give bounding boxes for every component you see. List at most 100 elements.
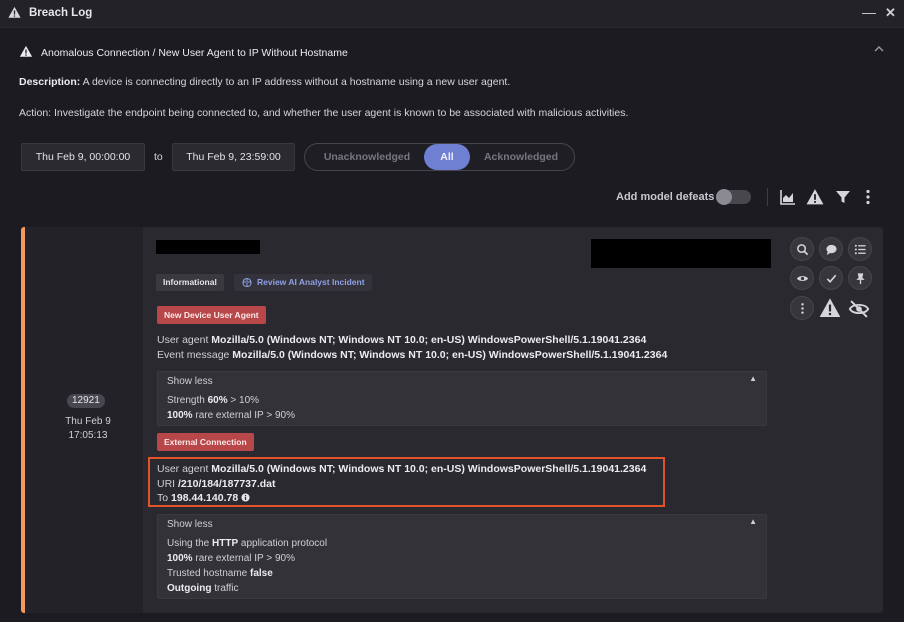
breach-time: 17:05:13 [68, 430, 108, 441]
new-device-user-agent-tag: New Device User Agent [157, 306, 266, 324]
filter-all[interactable]: All [424, 144, 470, 170]
user-agent-label: User agent [157, 463, 209, 475]
ai-analyst-label: Review AI Analyst Incident [257, 277, 365, 287]
details-box: Show less ▲ Strength 60% > 10% 100% rare… [157, 371, 767, 426]
informational-tag: Informational [156, 274, 224, 291]
pin-icon [856, 273, 865, 285]
trusted-hostname-line: Trusted hostname false [167, 568, 273, 579]
rarity-line: 100% rare external IP > 90% [167, 553, 295, 564]
trusted-hostname-label: Trusted hostname [167, 568, 248, 579]
direction-text: traffic [214, 583, 239, 594]
warning-icon [19, 45, 33, 57]
user-agent-line: User agent Mozilla/5.0 (Windows NT; Wind… [157, 334, 646, 346]
protocol-suffix: application protocol [240, 538, 328, 549]
strength-threshold: > 10% [230, 395, 260, 406]
user-agent-value: Mozilla/5.0 (Windows NT; Windows NT 10.0… [211, 334, 647, 346]
filter-unacknowledged[interactable]: Unacknowledged [311, 144, 423, 170]
destination-ip[interactable]: 198.44.140.78 [171, 492, 238, 504]
chevron-up-icon[interactable] [873, 44, 885, 54]
date-to-input[interactable]: Thu Feb 9, 23:59:00 [172, 143, 295, 171]
warning-icon[interactable] [819, 297, 841, 319]
model-name: Anomalous Connection / New User Agent to… [41, 47, 348, 59]
uri-value: /210/184/187737.dat [178, 478, 276, 490]
minimize-button[interactable]: — [862, 4, 876, 20]
breach-id-badge[interactable]: 12921 [67, 394, 105, 408]
toolbar-divider [767, 188, 768, 206]
model-action: Action: Investigate the endpoint being c… [19, 107, 629, 119]
breach-timestamp: Thu Feb 9 17:05:13 [33, 415, 143, 443]
model-defeats-label: Add model defeats [616, 191, 715, 203]
breach-card: 12921 Thu Feb 9 17:05:13 Informational R… [21, 227, 883, 613]
search-button[interactable] [790, 237, 814, 261]
user-agent-line: User agent Mozilla/5.0 (Windows NT; Wind… [157, 463, 646, 475]
date-from-input[interactable]: Thu Feb 9, 00:00:00 [21, 143, 145, 171]
watch-button[interactable] [790, 266, 814, 290]
acknowledge-button[interactable] [819, 266, 843, 290]
breach-date: Thu Feb 9 [65, 416, 111, 427]
protocol-prefix: Using the [167, 538, 210, 549]
window-title: Breach Log [29, 7, 93, 19]
list-icon [854, 244, 866, 255]
warning-icon [8, 6, 21, 18]
description-text: A device is connecting directly to an IP… [82, 76, 511, 88]
search-icon [797, 244, 809, 256]
caret-up-icon[interactable]: ▲ [749, 374, 757, 383]
eye-icon [796, 276, 809, 281]
direction-line: Outgoing traffic [167, 583, 239, 594]
check-icon [826, 274, 837, 283]
destination-label: To [157, 492, 169, 504]
to-label: to [154, 151, 163, 163]
title-bar: Breach Log — ✕ [0, 0, 904, 28]
external-connection-tag: External Connection [157, 433, 254, 451]
show-less-toggle[interactable]: Show less [167, 519, 213, 530]
warning-icon[interactable] [806, 188, 824, 206]
uri-label: URI [157, 478, 176, 490]
direction-value: Outgoing [167, 583, 212, 594]
strength-label: Strength [167, 395, 205, 406]
acknowledgement-filter: Unacknowledged All Acknowledged [304, 143, 575, 171]
show-less-toggle[interactable]: Show less [167, 376, 213, 387]
caret-up-icon[interactable]: ▲ [749, 517, 757, 526]
hide-icon[interactable] [848, 298, 870, 320]
ai-analyst-icon [242, 277, 252, 288]
model-description: Description: A device is connecting dire… [19, 76, 510, 88]
more-vertical-icon[interactable] [859, 188, 877, 206]
model-header: Anomalous Connection / New User Agent to… [0, 28, 904, 128]
details-box: Show less ▲ Using the HTTP application p… [157, 514, 767, 599]
user-agent-label: User agent [157, 334, 209, 346]
rarity-line: 100% rare external IP > 90% [167, 410, 295, 421]
rarity-text: rare external IP > 90% [195, 553, 295, 564]
comment-icon [826, 244, 837, 256]
info-icon[interactable] [241, 493, 250, 502]
list-button[interactable] [848, 237, 872, 261]
uri-line: URI /210/184/187737.dat [157, 478, 276, 490]
filter-icon[interactable] [834, 188, 852, 206]
strength-value: 60% [207, 395, 228, 406]
event-message-line: Event message Mozilla/5.0 (Windows NT; W… [157, 349, 667, 361]
more-button[interactable] [790, 296, 814, 320]
model-defeats-toggle[interactable] [716, 189, 751, 205]
pin-button[interactable] [848, 266, 872, 290]
breach-meta-column: 12921 Thu Feb 9 17:05:13 [25, 227, 143, 613]
comment-button[interactable] [819, 237, 843, 261]
rarity-value: 100% [167, 410, 193, 421]
redacted-device-info [591, 239, 771, 268]
close-button[interactable]: ✕ [885, 5, 896, 21]
trusted-hostname-value: false [250, 568, 273, 579]
event-message-value: Mozilla/5.0 (Windows NT; Windows NT 10.0… [232, 349, 668, 361]
toggle-knob [716, 189, 732, 205]
filter-acknowledged[interactable]: Acknowledged [475, 144, 567, 170]
rarity-value: 100% [167, 553, 193, 564]
protocol-line: Using the HTTP application protocol [167, 538, 327, 549]
chart-icon[interactable] [779, 188, 797, 206]
more-vertical-icon [801, 303, 804, 314]
redacted-device-name [156, 240, 260, 254]
ai-analyst-link[interactable]: Review AI Analyst Incident [234, 274, 372, 291]
description-label: Description: [19, 76, 81, 88]
strength-line: Strength 60% > 10% [167, 395, 259, 406]
rarity-text: rare external IP > 90% [195, 410, 295, 421]
event-message-label: Event message [157, 349, 230, 361]
protocol-value: HTTP [212, 538, 239, 549]
destination-line: To 198.44.140.78 [157, 492, 250, 504]
user-agent-value: Mozilla/5.0 (Windows NT; Windows NT 10.0… [211, 463, 647, 475]
